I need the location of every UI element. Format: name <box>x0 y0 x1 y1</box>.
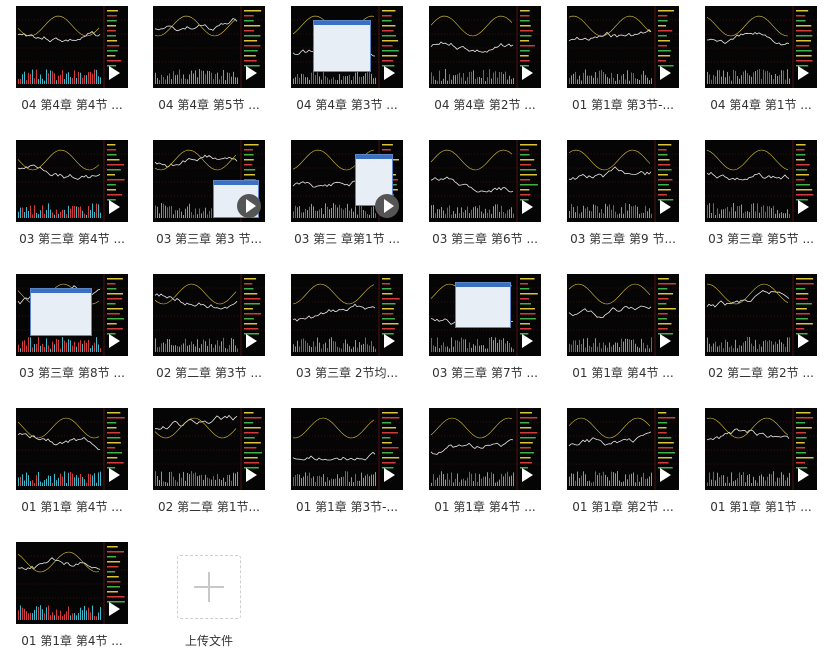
video-thumbnail[interactable] <box>16 6 128 88</box>
file-name-label: 01 第1章 第3节-... <box>572 98 674 112</box>
play-icon <box>522 200 533 214</box>
file-name-label: 02 第二章 第3节 ... <box>156 366 262 380</box>
play-icon <box>109 468 120 482</box>
file-name-label: 03 第三章 第5节 ... <box>708 232 814 246</box>
file-name-label: 03 第三章 第8节 ... <box>19 366 125 380</box>
play-icon <box>522 334 533 348</box>
play-icon <box>237 194 261 218</box>
video-thumbnail[interactable] <box>291 408 403 490</box>
thumbnail-popup-window <box>455 282 511 328</box>
video-thumbnail[interactable] <box>153 140 265 222</box>
play-icon <box>384 468 395 482</box>
file-name-label: 04 第4章 第5节 ... <box>158 98 260 112</box>
play-icon <box>384 334 395 348</box>
play-icon <box>522 66 533 80</box>
video-thumbnail[interactable] <box>705 274 817 356</box>
play-icon <box>384 66 395 80</box>
file-name-label: 01 第1章 第4节 ... <box>434 500 536 514</box>
play-icon <box>660 200 671 214</box>
file-name-label: 03 第三章 第9 节... <box>570 232 676 246</box>
video-thumbnail[interactable] <box>429 274 541 356</box>
thumbnail-popup-window <box>313 20 371 72</box>
file-name-label: 03 第三章 2节均... <box>296 366 398 380</box>
file-name-label: 02 第二章 第2节 ... <box>708 366 814 380</box>
play-icon <box>798 334 809 348</box>
file-name-label: 01 第1章 第1节 ... <box>710 500 812 514</box>
video-thumbnail[interactable] <box>705 140 817 222</box>
file-name-label: 01 第1章 第4节 ... <box>21 634 123 648</box>
video-thumbnail[interactable] <box>16 408 128 490</box>
video-thumbnail[interactable] <box>16 542 128 624</box>
video-thumbnail[interactable] <box>291 6 403 88</box>
file-name-label: 03 第三章 第7节 ... <box>432 366 538 380</box>
video-thumbnail[interactable] <box>16 274 128 356</box>
file-name-label: 01 第1章 第2节 ... <box>572 500 674 514</box>
video-thumbnail[interactable] <box>567 408 679 490</box>
video-thumbnail[interactable] <box>567 140 679 222</box>
video-thumbnail[interactable] <box>567 274 679 356</box>
file-name-label: 03 第三章 第6节 ... <box>432 232 538 246</box>
file-name-label: 04 第4章 第2节 ... <box>434 98 536 112</box>
play-icon <box>660 334 671 348</box>
video-thumbnail[interactable] <box>567 6 679 88</box>
video-thumbnail[interactable] <box>291 140 403 222</box>
play-icon <box>109 334 120 348</box>
play-icon <box>375 194 399 218</box>
play-icon <box>109 66 120 80</box>
play-icon <box>246 334 257 348</box>
video-thumbnail[interactable] <box>153 6 265 88</box>
play-icon <box>109 200 120 214</box>
video-thumbnail[interactable] <box>705 6 817 88</box>
file-name-label: 03 第三 章第1节 ... <box>294 232 400 246</box>
thumbnail-popup-window <box>30 288 92 336</box>
file-name-label: 01 第1章 第4节 ... <box>572 366 674 380</box>
video-thumbnail[interactable] <box>153 274 265 356</box>
video-thumbnail[interactable] <box>429 140 541 222</box>
play-icon <box>246 66 257 80</box>
file-name-label: 01 第1章 第4节 ... <box>21 500 123 514</box>
file-name-label: 03 第三章 第4节 ... <box>19 232 125 246</box>
file-name-label: 04 第4章 第4节 ... <box>21 98 123 112</box>
video-thumbnail[interactable] <box>153 408 265 490</box>
play-icon <box>109 602 120 616</box>
play-icon <box>798 66 809 80</box>
play-icon <box>660 468 671 482</box>
play-icon <box>660 66 671 80</box>
video-thumbnail[interactable] <box>429 408 541 490</box>
video-thumbnail[interactable] <box>16 140 128 222</box>
play-icon <box>798 468 809 482</box>
file-name-label: 03 第三章 第3 节... <box>156 232 262 246</box>
play-icon <box>798 200 809 214</box>
play-icon <box>522 468 533 482</box>
video-thumbnail[interactable] <box>291 274 403 356</box>
play-icon <box>246 468 257 482</box>
file-name-label: 01 第1章 第3节-... <box>296 500 398 514</box>
file-name-label: 04 第4章 第1节 ... <box>710 98 812 112</box>
video-thumbnail[interactable] <box>705 408 817 490</box>
upload-button[interactable] <box>177 555 241 619</box>
upload-label: 上传文件 <box>184 634 233 648</box>
file-name-label: 04 第4章 第3节 ... <box>296 98 398 112</box>
file-name-label: 02 第二章 第1节... <box>158 500 260 514</box>
video-thumbnail[interactable] <box>429 6 541 88</box>
